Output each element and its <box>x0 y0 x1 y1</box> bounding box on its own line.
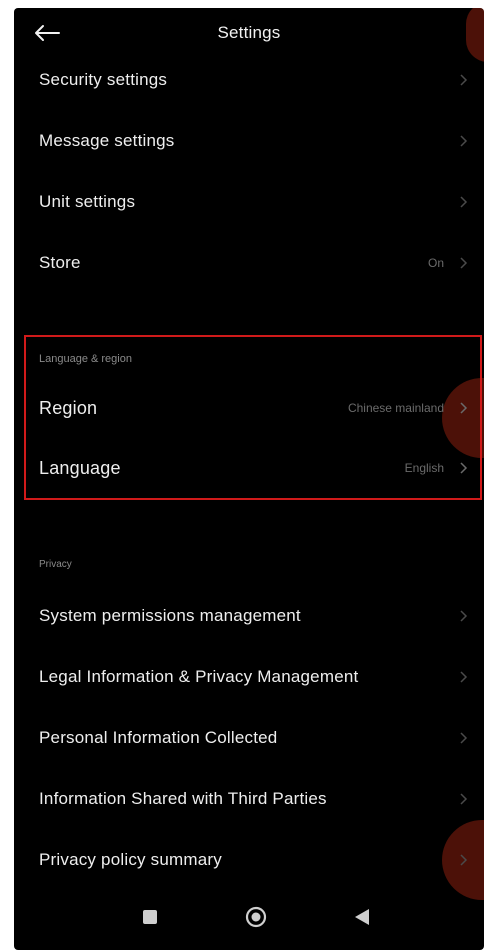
top-app-bar: Settings <box>14 8 484 58</box>
chevron-right-icon <box>460 74 468 86</box>
store-row[interactable]: Store On <box>14 235 484 291</box>
chevron-right-icon <box>460 196 468 208</box>
triangle-back-icon <box>355 909 369 925</box>
chevron-right-icon <box>460 257 468 269</box>
chevron-right-icon <box>460 462 468 474</box>
personal-information-row[interactable]: Personal Information Collected <box>14 710 484 766</box>
row-label: System permissions management <box>39 606 301 625</box>
language-value: English <box>404 461 444 475</box>
chevron-right-icon <box>460 671 468 683</box>
row-label: Personal Information Collected <box>39 728 278 747</box>
language-region-section-header: Language & region <box>39 353 132 365</box>
page-title: Settings <box>217 23 281 42</box>
legal-information-row[interactable]: Legal Information & Privacy Management <box>14 649 484 705</box>
row-label: Region <box>39 397 98 418</box>
system-navigation-bar <box>14 890 484 950</box>
row-label: Legal Information & Privacy Management <box>39 667 359 686</box>
store-status-value: On <box>427 256 444 270</box>
row-label: Language <box>39 457 121 478</box>
chevron-right-icon <box>460 793 468 805</box>
region-row[interactable]: Region Chinese mainland <box>14 380 484 436</box>
row-label: Security settings <box>39 70 168 89</box>
message-settings-row[interactable]: Message settings <box>14 113 484 169</box>
row-label: Unit settings <box>39 192 136 211</box>
square-icon <box>143 910 157 924</box>
row-label: Message settings <box>39 131 175 150</box>
circle-home-icon <box>245 906 267 928</box>
unit-settings-row[interactable]: Unit settings <box>14 174 484 230</box>
language-row[interactable]: Language English <box>14 440 484 496</box>
home-button[interactable] <box>241 902 271 932</box>
chevron-right-icon <box>460 135 468 147</box>
chevron-right-icon <box>460 732 468 744</box>
chevron-right-icon <box>460 610 468 622</box>
row-label: Privacy policy summary <box>39 850 222 869</box>
row-label: Store <box>39 253 81 272</box>
settings-screen: Settings Security settings Message setti… <box>14 8 484 950</box>
privacy-section-header: Privacy <box>39 559 72 570</box>
third-parties-row[interactable]: Information Shared with Third Parties <box>14 771 484 827</box>
nav-back-button[interactable] <box>347 902 377 932</box>
region-value: Chinese mainland <box>347 401 444 415</box>
chevron-right-icon <box>460 854 468 866</box>
security-settings-row[interactable]: Security settings <box>14 52 484 108</box>
privacy-policy-summary-row[interactable]: Privacy policy summary <box>14 832 484 888</box>
recents-button[interactable] <box>135 902 165 932</box>
system-permissions-row[interactable]: System permissions management <box>14 588 484 644</box>
row-label: Information Shared with Third Parties <box>39 789 327 808</box>
chevron-right-icon <box>460 402 468 414</box>
